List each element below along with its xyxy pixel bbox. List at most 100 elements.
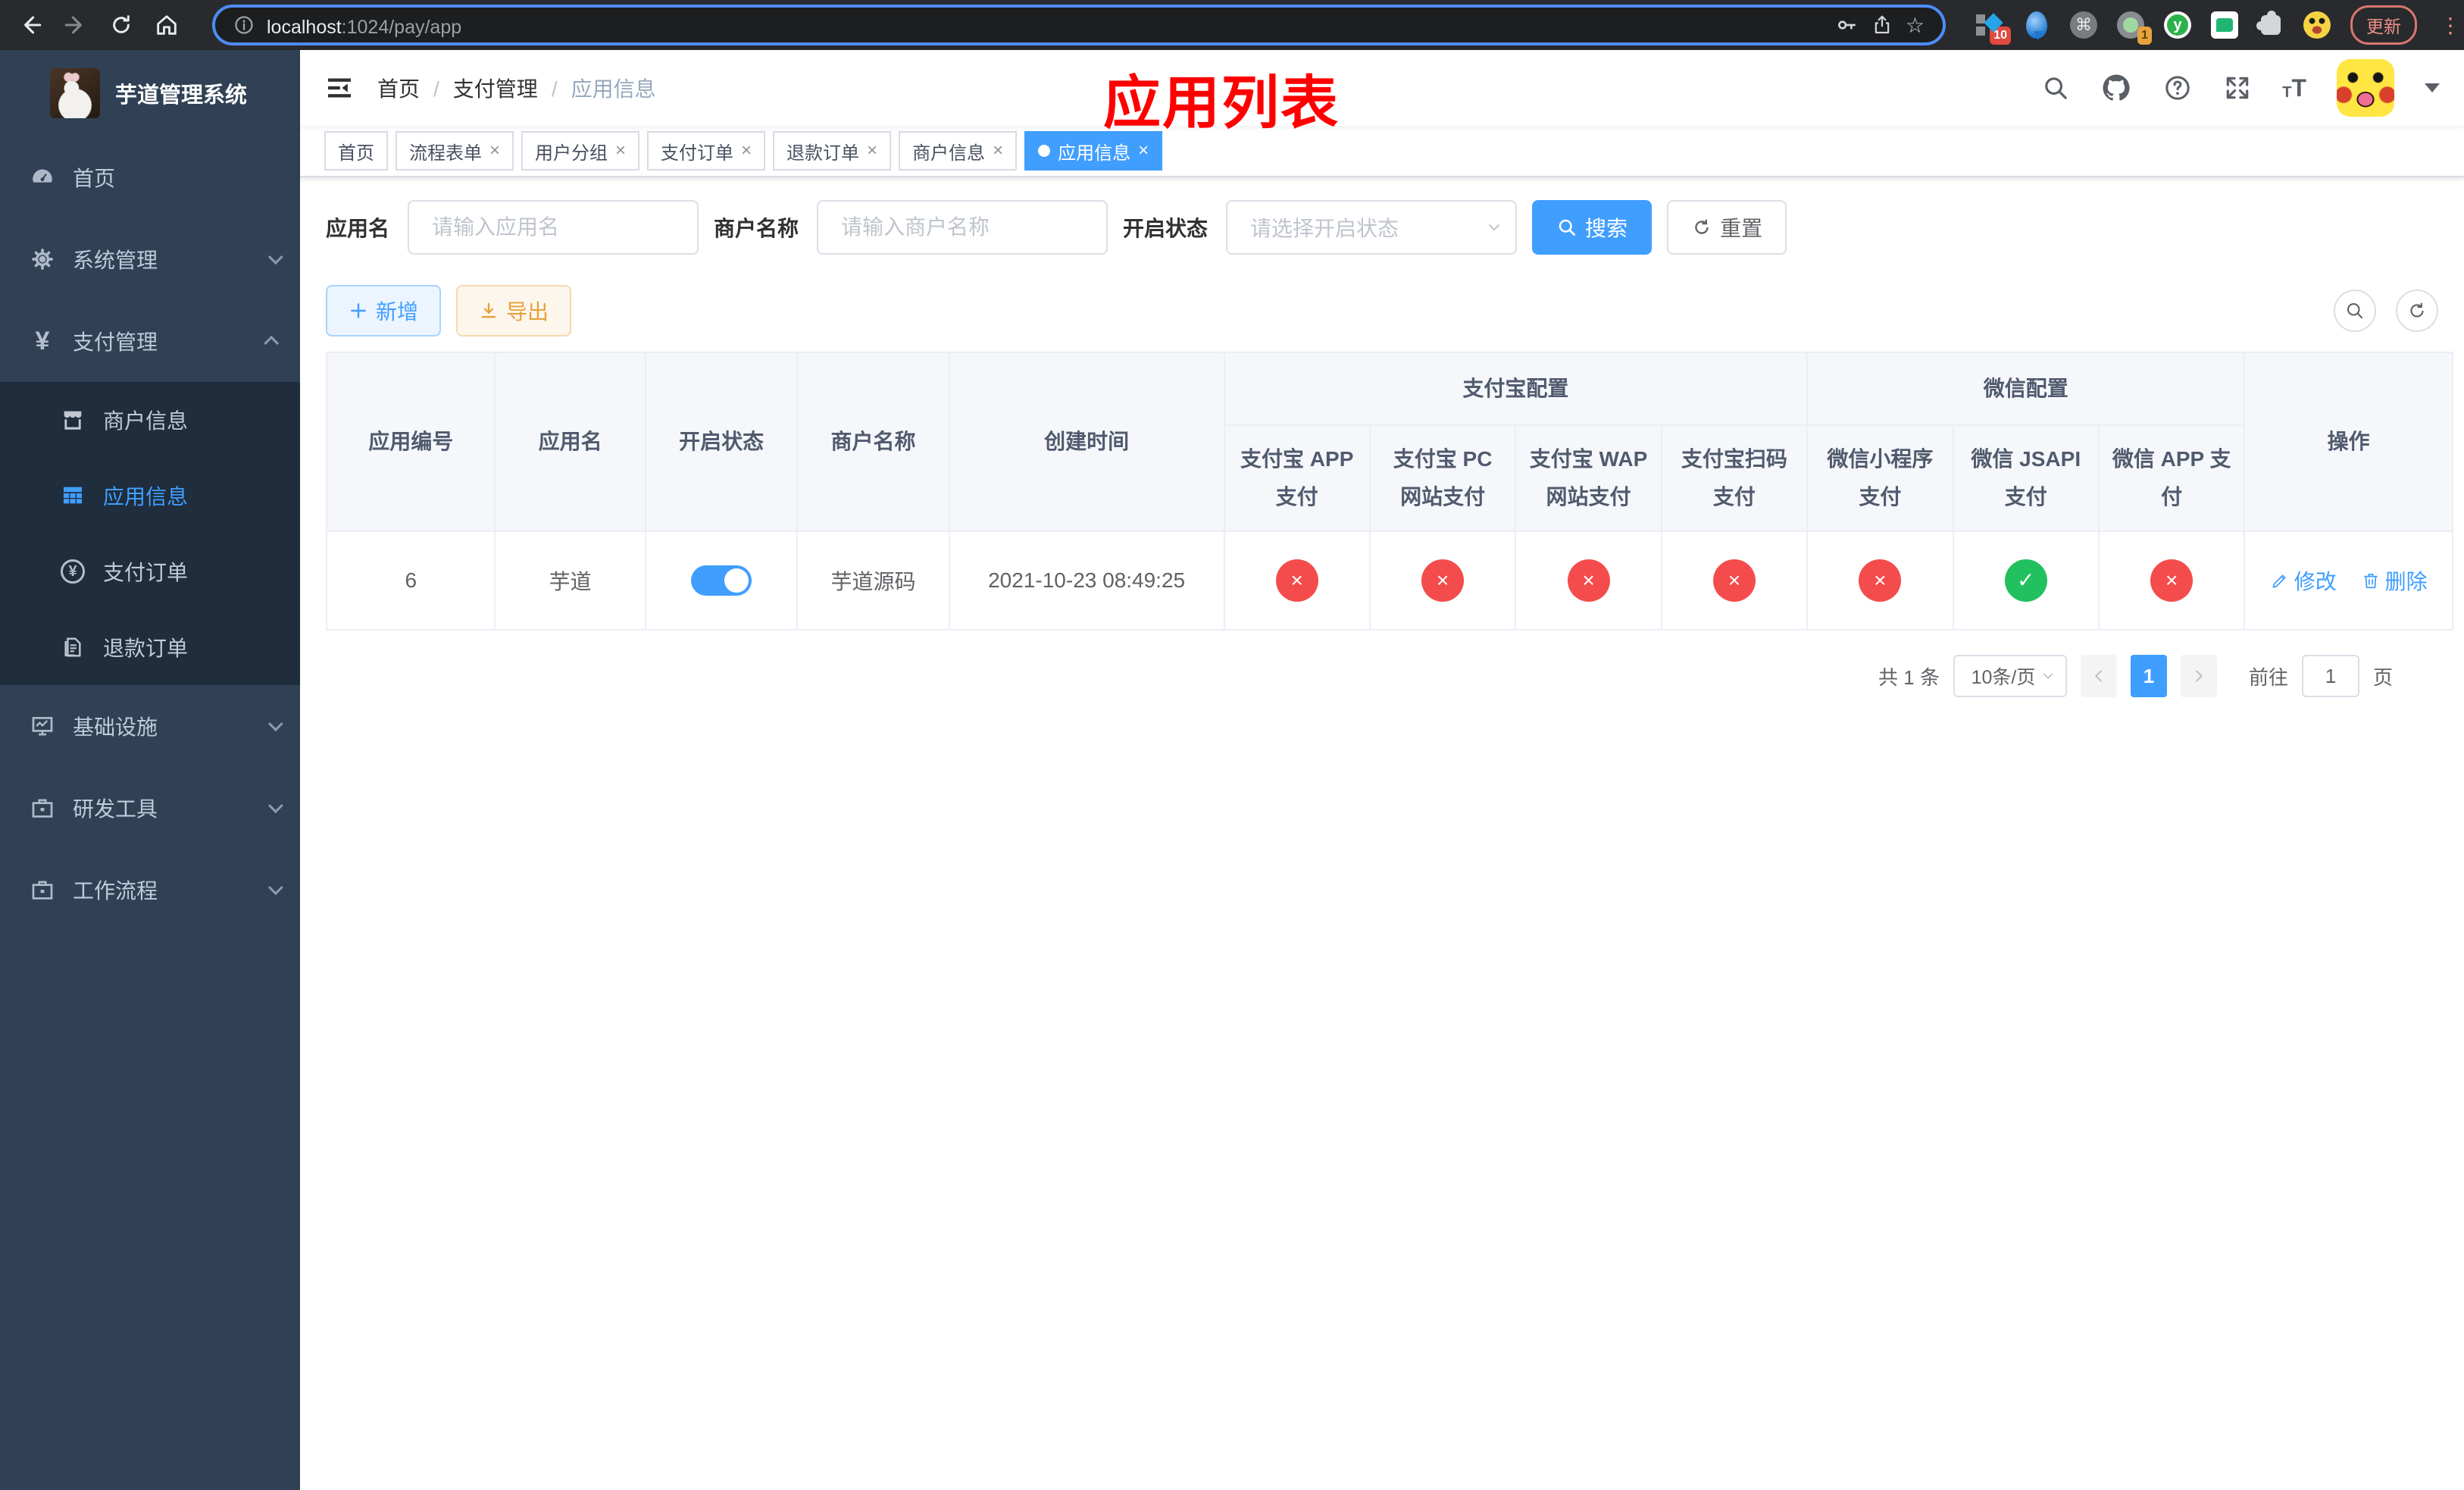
close-icon[interactable]: × — [615, 142, 626, 160]
page-size-select[interactable]: 10条/页 — [1953, 655, 2067, 697]
refresh-icon — [1695, 219, 1709, 234]
extension-chat-icon[interactable] — [2211, 11, 2238, 39]
extension-pin-icon[interactable] — [2026, 11, 2047, 40]
url-bar[interactable]: localhost:1024/pay/app ☆ — [212, 5, 1946, 45]
reload-icon[interactable] — [103, 7, 139, 43]
filter-form: 应用名 商户名称 开启状态 请选择开启状态 搜索 重置 — [326, 200, 2438, 255]
search-icon[interactable] — [2041, 74, 2070, 102]
enabled-toggle[interactable] — [691, 565, 752, 596]
sidebar-item-system[interactable]: 系统管理 — [0, 218, 300, 300]
channel-status-icon: × — [1567, 559, 1610, 602]
sidebar-item-infrastructure[interactable]: 基础设施 — [0, 685, 300, 767]
back-icon[interactable] — [12, 7, 48, 43]
toolbox-icon — [27, 877, 58, 903]
help-icon[interactable] — [2162, 73, 2193, 103]
delete-link[interactable]: 删除 — [2361, 565, 2428, 596]
password-key-icon[interactable] — [1834, 13, 1859, 37]
edit-link[interactable]: 修改 — [2270, 565, 2337, 596]
payment-submenu: 商户信息 应用信息 ¥ 支付订单 退款订单 — [0, 382, 300, 685]
pagination: 共 1 条 10条/页 1 前往 页 — [326, 655, 2393, 697]
sidebar-item-refund-orders[interactable]: 退款订单 — [0, 609, 300, 685]
cell-channel-alipay-app: × — [1223, 531, 1371, 631]
close-icon[interactable]: × — [741, 142, 752, 160]
browser-menu-icon[interactable]: ⋮ — [2440, 13, 2461, 38]
tab-home[interactable]: 首页 — [324, 131, 388, 171]
sidebar-item-label: 首页 — [73, 167, 116, 190]
browser-update-button[interactable]: 更新 — [2350, 5, 2417, 45]
close-icon[interactable]: × — [489, 142, 500, 160]
github-icon[interactable] — [2100, 72, 2132, 104]
fullscreen-icon[interactable] — [2223, 74, 2252, 102]
status-select[interactable]: 请选择开启状态 — [1226, 200, 1518, 255]
extension-badge: 10 — [1990, 27, 2011, 45]
search-button[interactable]: 搜索 — [1532, 200, 1653, 255]
export-button[interactable]: 导出 — [456, 285, 572, 337]
close-icon[interactable]: × — [867, 142, 877, 160]
table-row: 6 芋道 芋道源码 2021-10-23 08:49:25 × × × × × — [325, 531, 2454, 631]
page-number-1[interactable]: 1 — [2130, 655, 2167, 697]
close-icon[interactable]: × — [1138, 142, 1149, 160]
font-size-icon[interactable]: TT — [2282, 76, 2306, 100]
caret-down-icon[interactable] — [2425, 83, 2440, 100]
tab-pay-orders[interactable]: 支付订单 × — [647, 131, 766, 171]
goto-page-input[interactable] — [2301, 655, 2359, 697]
sidebar-item-payment[interactable]: ¥ 支付管理 — [0, 300, 300, 382]
cell-channel-wechat-app: × — [2097, 531, 2246, 631]
app-name-input[interactable] — [408, 200, 699, 255]
coin-icon: ¥ — [58, 559, 88, 584]
extension-recorder-icon[interactable]: 1 — [2117, 11, 2152, 45]
sidebar-item-dev-tools[interactable]: 研发工具 — [0, 767, 300, 849]
sidebar: 芋道管理系统 首页 系统管理 ¥ 支付管理 商户信息 应用信息 ¥ 支付订单 退… — [0, 50, 300, 1490]
tab-user-group[interactable]: 用户分组 × — [521, 131, 640, 171]
reset-button[interactable]: 重置 — [1667, 200, 1787, 255]
cell-channel-alipay-pc: × — [1368, 531, 1517, 631]
extension-badge: 1 — [2137, 27, 2152, 45]
merchant-name-input[interactable] — [817, 200, 1108, 255]
home-icon[interactable] — [149, 7, 185, 43]
channel-status-icon: × — [1712, 559, 1756, 602]
extension-command-icon[interactable]: ⌘ — [2070, 11, 2097, 39]
share-icon[interactable] — [1871, 14, 1893, 36]
app-logo[interactable]: 芋道管理系统 — [0, 50, 300, 136]
prev-page-button[interactable] — [2080, 655, 2117, 697]
sidebar-item-label: 支付订单 — [103, 561, 189, 584]
site-info-icon[interactable] — [233, 14, 255, 36]
user-avatar[interactable] — [2337, 59, 2394, 117]
next-page-button[interactable] — [2180, 655, 2217, 697]
breadcrumb-home[interactable]: 首页 — [377, 73, 420, 103]
browser-profile-avatar[interactable] — [2303, 11, 2331, 39]
refresh-icon — [2410, 302, 2424, 318]
forward-icon[interactable] — [58, 7, 94, 43]
sidebar-item-label: 商户信息 — [103, 409, 189, 433]
extension-kit-icon[interactable]: 10 — [1976, 11, 2011, 45]
sidebar-item-label: 退款订单 — [103, 637, 189, 660]
extensions-puzzle-icon[interactable] — [2256, 11, 2281, 35]
extension-y-icon[interactable]: y — [2164, 11, 2191, 39]
bookmark-star-icon[interactable]: ☆ — [1906, 13, 1925, 38]
sidebar-item-home[interactable]: 首页 — [0, 136, 300, 218]
sidebar-item-app-info[interactable]: 应用信息 — [0, 458, 300, 534]
sidebar-item-label: 应用信息 — [103, 485, 189, 509]
app-title: 芋道管理系统 — [115, 83, 248, 108]
breadcrumb-payment[interactable]: 支付管理 — [420, 73, 538, 103]
group-alipay-config: 支付宝配置 — [1223, 352, 1809, 426]
close-icon[interactable]: × — [993, 142, 1003, 160]
tab-process-form[interactable]: 流程表单 × — [396, 131, 514, 171]
document-icon — [58, 635, 88, 659]
table-toolbar: 新增 导出 — [326, 285, 2438, 337]
tab-merchant-info[interactable]: 商户信息 × — [899, 131, 1018, 171]
refresh-table-button[interactable] — [2396, 290, 2438, 332]
show-search-button[interactable] — [2334, 290, 2376, 332]
breadcrumb-current: 应用信息 — [538, 73, 656, 103]
dashboard-icon — [27, 164, 58, 191]
gear-icon — [27, 246, 58, 272]
cell-created: 2021-10-23 08:49:25 — [948, 531, 1225, 631]
sidebar-fold-icon[interactable] — [324, 73, 355, 103]
sidebar-item-merchant-info[interactable]: 商户信息 — [0, 382, 300, 458]
sidebar-item-pay-orders[interactable]: ¥ 支付订单 — [0, 534, 300, 609]
add-button[interactable]: 新增 — [326, 285, 442, 337]
breadcrumb: 首页 支付管理 应用信息 — [377, 73, 656, 103]
tab-refund-orders[interactable]: 退款订单 × — [773, 131, 892, 171]
sidebar-item-workflow[interactable]: 工作流程 — [0, 849, 300, 931]
plus-icon — [351, 303, 366, 318]
